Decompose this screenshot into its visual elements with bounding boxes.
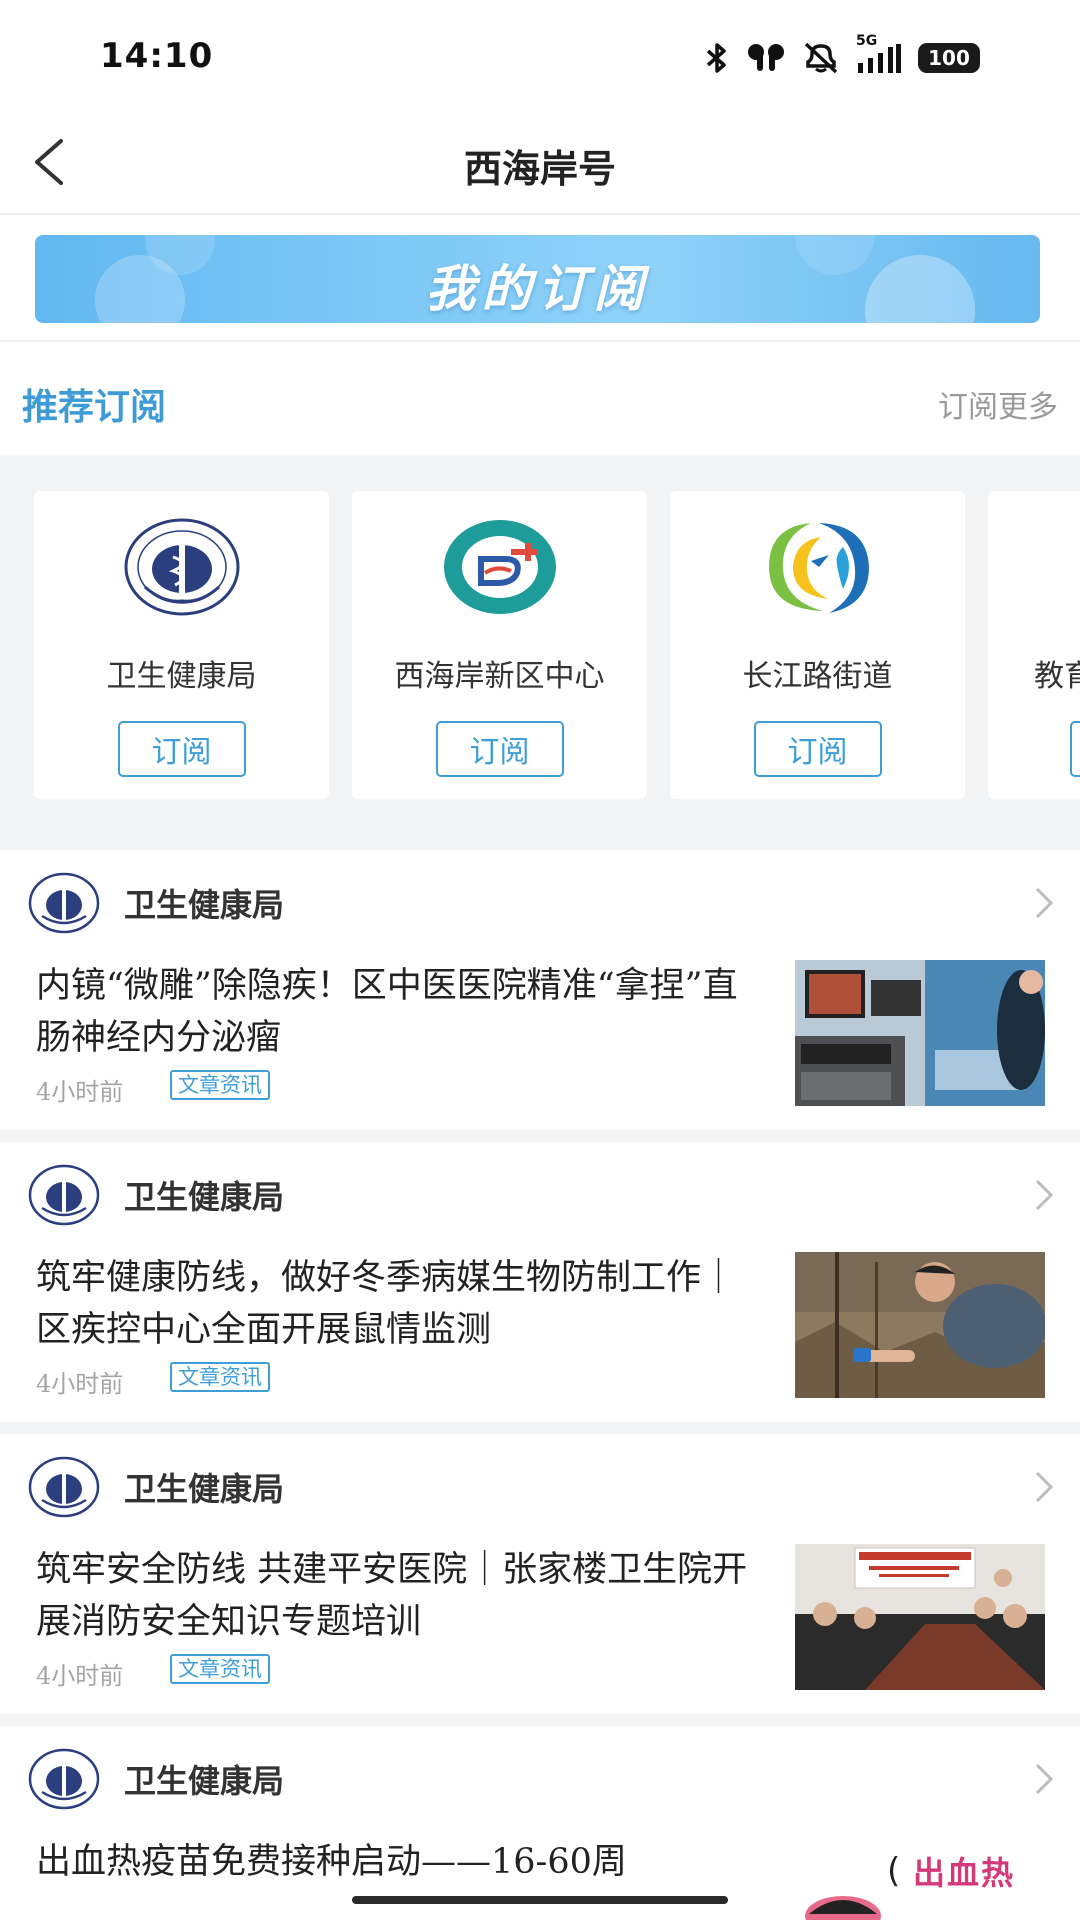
changjiang-road-logo (758, 517, 878, 617)
feed-title[interactable]: 筑牢健康防线，做好冬季病媒生物防制工作｜区疾控中心全面开展鼠情监测 (36, 1252, 766, 1356)
feed-source: 卫生健康局 (124, 886, 285, 924)
card-name: 长江路街道 (742, 659, 893, 694)
divider (0, 340, 1080, 342)
subscribe-button[interactable]: 订阅 (753, 721, 882, 777)
feed-time: 4小时前 (36, 1078, 124, 1106)
recommend-card[interactable]: 卫生健康局 订阅 (34, 491, 329, 799)
bluetooth-icon (704, 42, 730, 74)
chevron-right-icon[interactable] (1034, 886, 1054, 924)
svg-text:(: ( (887, 1851, 900, 1891)
subscribe-button[interactable]: 订阅 (435, 721, 564, 777)
feed-separator (0, 1714, 1080, 1726)
subscribe-more-link[interactable]: 订阅更多 (938, 382, 1058, 426)
my-subscriptions-banner[interactable]: 我的订阅 (35, 235, 1040, 323)
recommend-title: 推荐订阅 (22, 386, 167, 428)
hemorrhagic-fever-cartoon[interactable]: ( 出血热 (795, 1836, 1045, 1920)
feed-title[interactable]: 出血热疫苗免费接种启动——16-60周 (36, 1836, 796, 1888)
subscribe-button[interactable]: 订阅 (117, 721, 246, 777)
training-meeting-photo[interactable] (795, 1544, 1045, 1690)
feed-item[interactable]: 卫生健康局 筑牢健康防线，做好冬季病媒生物防制工作｜区疾控中心全面开展鼠情监测 … (0, 1142, 1080, 1422)
education-logo (1076, 517, 1080, 617)
feed-source: 卫生健康局 (124, 1470, 285, 1508)
earbuds-icon (746, 43, 786, 73)
page-title: 西海岸号 (463, 146, 616, 191)
recommend-card[interactable]: 教育 (988, 491, 1080, 799)
status-time: 14:10 (100, 36, 214, 76)
feed-source: 卫生健康局 (124, 1178, 285, 1216)
signal-icon: 5G (856, 33, 902, 75)
recommend-card[interactable]: 长江路街道 订阅 (670, 491, 965, 799)
health-bureau-logo (122, 517, 242, 617)
health-bureau-avatar (28, 1456, 100, 1518)
card-name: 卫生健康局 (106, 659, 257, 694)
chevron-right-icon[interactable] (1034, 1178, 1054, 1216)
card-name: 西海岸新区中心 (394, 659, 605, 694)
district-center-logo (440, 517, 560, 617)
field-monitoring-photo[interactable] (795, 1252, 1045, 1398)
card-name: 教育 (1034, 659, 1080, 694)
feed-item[interactable]: 卫生健康局 内镜“微雕”除隐疾！区中医医院精准“拿捏”直肠神经内分泌瘤 4小时前… (0, 850, 1080, 1130)
health-bureau-avatar (28, 872, 100, 934)
battery-icon: 100 (918, 43, 980, 73)
nav-bar: 西海岸号 (0, 110, 1080, 215)
feed-time: 4小时前 (36, 1662, 124, 1690)
feed-tag: 文章资讯 (170, 1362, 270, 1392)
feed-item[interactable]: 卫生健康局 出血热疫苗免费接种启动——16-60周 ( 出血热 (0, 1726, 1080, 1920)
thumb-text: 出血热 (913, 1854, 1016, 1892)
home-indicator[interactable] (352, 1896, 728, 1904)
feed-title[interactable]: 筑牢安全防线 共建平安医院｜张家楼卫生院开展消防安全知识专题培训 (36, 1544, 766, 1648)
feed-tag: 文章资讯 (170, 1070, 270, 1100)
recommend-cards-strip[interactable]: 卫生健康局 订阅 西海岸新区中心 订阅 长江路街道 订阅 教育 (0, 455, 1080, 850)
feed-separator (0, 1130, 1080, 1142)
subscribe-button[interactable] (1070, 721, 1080, 777)
feed-tag: 文章资讯 (170, 1654, 270, 1684)
feed-title[interactable]: 内镜“微雕”除隐疾！区中医医院精准“拿捏”直肠神经内分泌瘤 (36, 960, 766, 1064)
recommend-card[interactable]: 西海岸新区中心 订阅 (352, 491, 647, 799)
feed-time: 4小时前 (36, 1370, 124, 1398)
status-icons: 5G 100 (704, 33, 980, 78)
mute-icon (802, 42, 840, 74)
chevron-right-icon[interactable] (1034, 1762, 1054, 1800)
banner-text: 我的订阅 (425, 260, 650, 318)
status-bar: 14:10 5G 100 (0, 0, 1080, 110)
health-bureau-avatar (28, 1164, 100, 1226)
feed-separator (0, 1422, 1080, 1434)
feed-item[interactable]: 卫生健康局 筑牢安全防线 共建平安医院｜张家楼卫生院开展消防安全知识专题培训 4… (0, 1434, 1080, 1714)
chevron-right-icon[interactable] (1034, 1470, 1054, 1508)
health-bureau-avatar (28, 1748, 100, 1810)
endoscopy-room-photo[interactable] (795, 960, 1045, 1106)
feed-source: 卫生健康局 (124, 1762, 285, 1800)
